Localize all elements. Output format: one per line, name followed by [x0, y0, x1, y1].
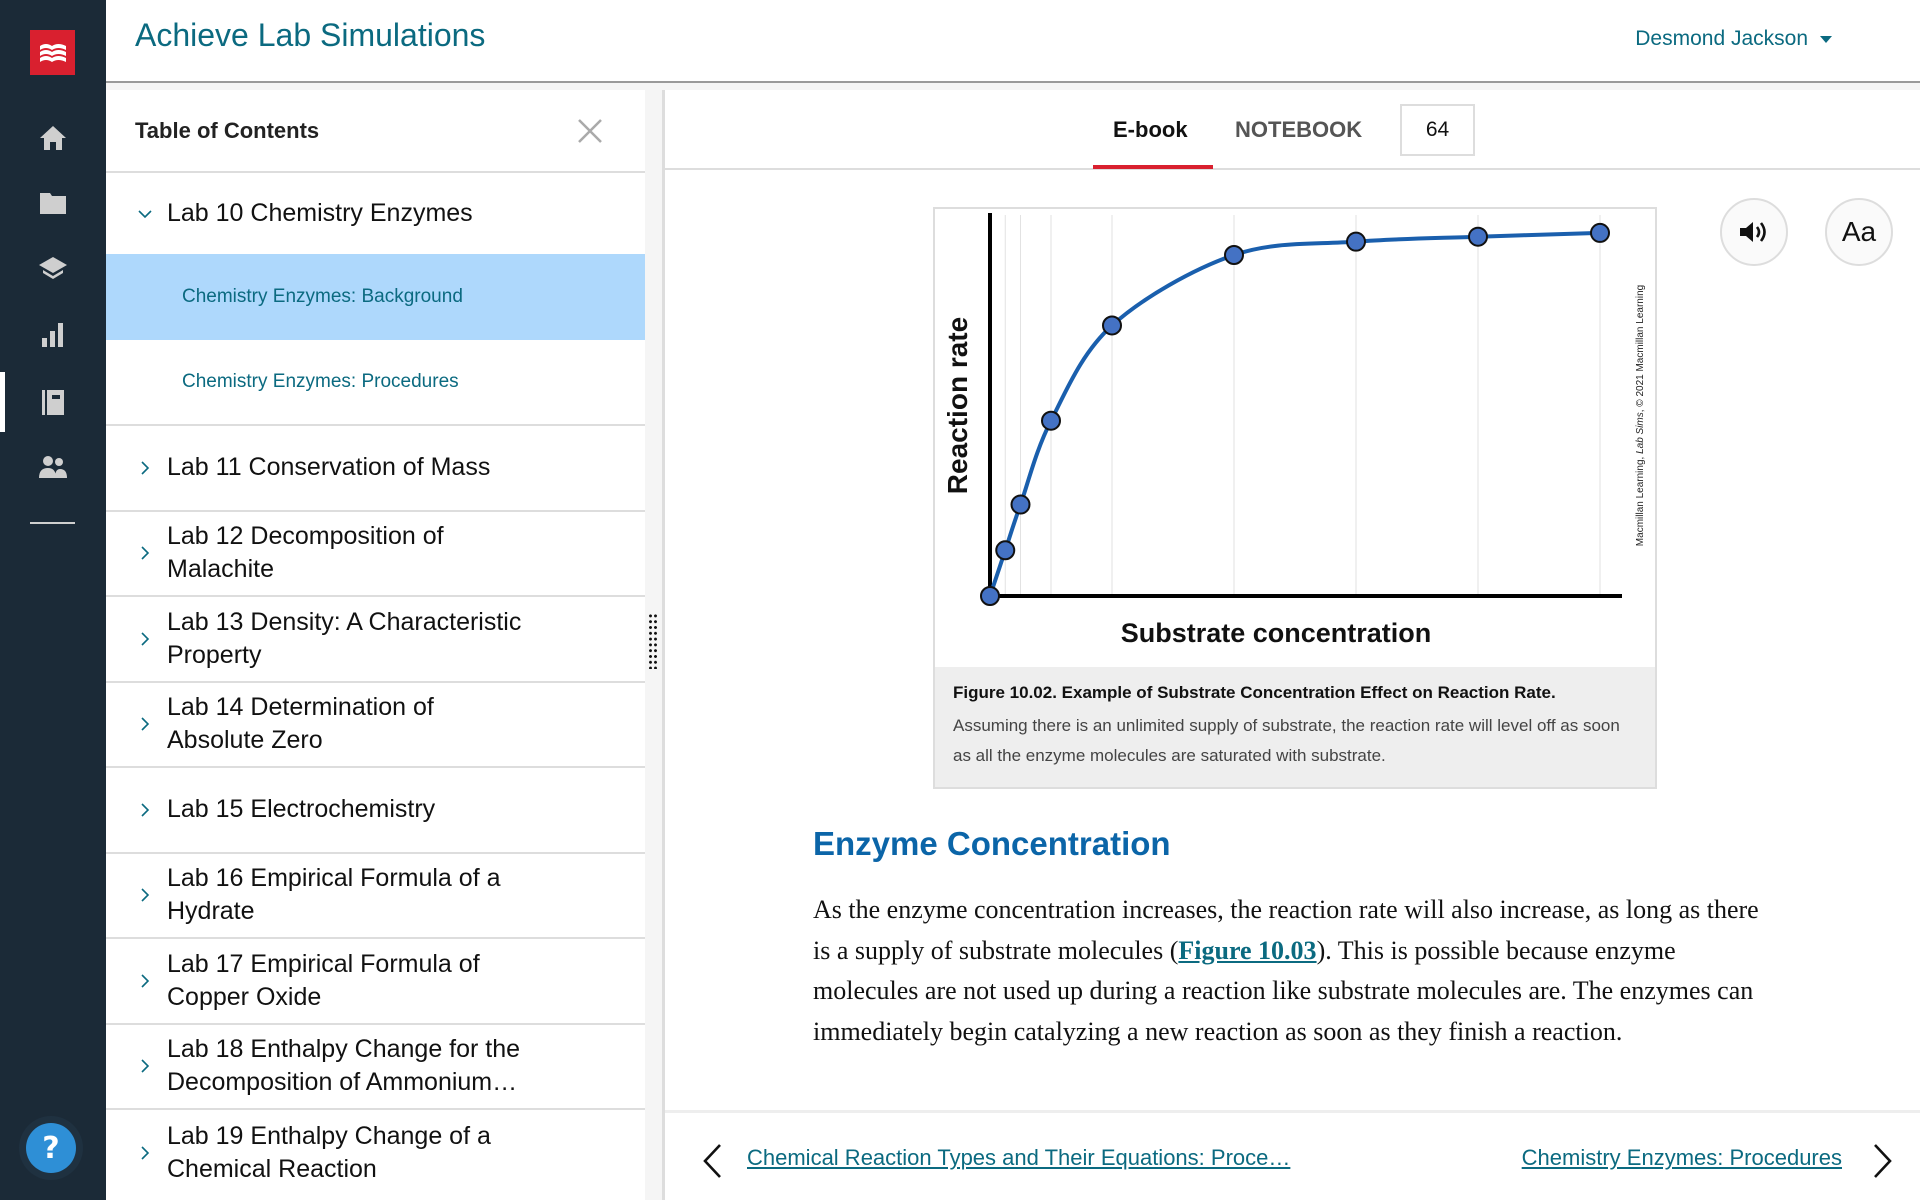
active-tab-indicator [1093, 165, 1213, 169]
app-header: Achieve Lab Simulations Desmond Jackson [106, 0, 1920, 83]
caret-down-icon [1820, 35, 1832, 43]
drag-grip-icon [648, 613, 658, 669]
toc-item-label: Lab 14 Determination of Absolute Zero [167, 693, 434, 755]
chevron-right-icon [141, 717, 150, 731]
data-point [1010, 494, 1031, 515]
chevron-right-icon [141, 632, 150, 646]
series-line [988, 230, 1601, 597]
font-settings-button[interactable]: Aa [1825, 198, 1893, 266]
nav-folder[interactable] [0, 173, 106, 233]
toc-item-lab-14[interactable]: Lab 14 Determination of Absolute Zero [106, 683, 645, 768]
app-title: Achieve Lab Simulations [135, 17, 486, 53]
toc-header: Table of Contents [106, 90, 645, 173]
data-point [1224, 245, 1244, 266]
chevron-right-icon [141, 1059, 150, 1073]
toc-item-lab-13[interactable]: Lab 13 Density: A Characteristic Propert… [106, 597, 645, 683]
bar-chart-icon [42, 323, 63, 347]
macmillan-logo[interactable] [30, 30, 75, 75]
toc-item-label: Lab 16 Empirical Formula of a Hydrate [167, 864, 501, 926]
figure-caption-text: Assuming there is an unlimited supply of… [953, 716, 1620, 765]
toc-item-lab-17[interactable]: Lab 17 Empirical Formula of Copper Oxide [106, 939, 645, 1025]
read-aloud-button[interactable] [1720, 198, 1788, 266]
page-number-input[interactable]: 64 [1400, 104, 1475, 156]
y-axis-label: Reaction rate [942, 317, 973, 494]
nav-rail: ? [0, 0, 106, 1200]
section-heading: Enzyme Concentration [813, 825, 1171, 862]
toc-item-label: Lab 13 Density: A Characteristic Propert… [167, 607, 522, 669]
home-icon [40, 126, 66, 150]
speaker-icon [1740, 222, 1766, 242]
data-point [1346, 231, 1366, 252]
toc-subitem-background[interactable]: Chemistry Enzymes: Background [106, 254, 645, 340]
chevron-left-icon[interactable] [701, 1143, 723, 1179]
next-section-link[interactable]: Chemistry Enzymes: Procedures [1522, 1145, 1842, 1171]
user-menu[interactable]: Desmond Jackson [1635, 27, 1832, 51]
data-point [995, 540, 1016, 561]
folder-icon [40, 193, 66, 214]
data-point [1590, 222, 1610, 243]
toc-item-lab-11[interactable]: Lab 11 Conservation of Mass [106, 426, 645, 512]
book-logo-icon [39, 43, 66, 62]
toc-item-lab-10[interactable]: Lab 10 Chemistry Enzymes [106, 173, 645, 254]
toc-item-lab-12[interactable]: Lab 12 Decomposition of Malachite [106, 512, 645, 597]
help-icon: ? [42, 1130, 60, 1166]
data-point [1041, 410, 1061, 431]
chevron-right-icon[interactable] [1872, 1143, 1894, 1179]
close-icon[interactable] [577, 118, 603, 144]
data-point [1102, 315, 1122, 336]
ebook-pane: E-book NOTEBOOK 64 Aa Reaction rate Subst… [662, 90, 1920, 1200]
tab-notebook[interactable]: NOTEBOOK [1235, 117, 1362, 143]
toc-item-label: Lab 15 Electrochemistry [167, 795, 436, 824]
notebook-icon [42, 390, 64, 415]
substrate-concentration-chart: Reaction rate Substrate concentration Macm… [942, 213, 1646, 648]
chevron-right-icon [141, 803, 150, 817]
previous-section-link[interactable]: Chemical Reaction Types and Their Equati… [747, 1145, 1290, 1171]
toc-title: Table of Contents [135, 118, 320, 143]
toc-item-label: Lab 11 Conservation of Mass [167, 453, 491, 482]
data-point [980, 586, 1000, 606]
toc-item-lab-16[interactable]: Lab 16 Empirical Formula of a Hydrate [106, 854, 645, 939]
toc-item-lab-19[interactable]: Lab 19 Enthalpy Change of a Chemical Rea… [106, 1110, 645, 1196]
chevron-right-icon [141, 1146, 150, 1160]
graduation-cap-icon [39, 257, 67, 279]
figure-10-03-link[interactable]: Figure 10.03 [1178, 936, 1316, 965]
help-button[interactable]: ? [26, 1123, 76, 1173]
chevron-right-icon [141, 888, 150, 902]
tab-bar: E-book NOTEBOOK 64 [665, 90, 1920, 170]
nav-divider [30, 522, 75, 524]
chevron-right-icon [141, 461, 150, 475]
tab-ebook[interactable]: E-book [1113, 117, 1188, 143]
user-name: Desmond Jackson [1635, 27, 1808, 50]
toc-item-label: Lab 12 Decomposition of Malachite [167, 522, 444, 584]
toc-item-label: Lab 19 Enthalpy Change of a Chemical Rea… [167, 1121, 491, 1183]
nav-ebook[interactable] [0, 372, 106, 432]
nav-home[interactable] [0, 108, 106, 168]
data-point [1468, 226, 1488, 247]
page-navigation: Chemical Reaction Types and Their Equati… [665, 1110, 1920, 1200]
toc-item-label: Lab 10 Chemistry Enzymes [167, 199, 473, 227]
nav-gradebook[interactable] [0, 305, 106, 365]
toc-item-lab-15[interactable]: Lab 15 Electrochemistry [106, 768, 645, 854]
toc-subitem-procedures[interactable]: Chemistry Enzymes: Procedures [106, 340, 645, 426]
figure-caption: Figure 10.02. Example of Substrate Conce… [935, 667, 1655, 787]
figure-title: Figure 10.02. Example of Substrate Conce… [953, 683, 1556, 702]
x-axis-label: Substrate concentration [1121, 618, 1432, 648]
toc-item-label: Lab 18 Enthalpy Change for the Decomposi… [167, 1035, 521, 1097]
copyright-credit: Macmillan Learning, Lab Sims, © 2021 Mac… [1635, 285, 1646, 546]
users-icon [39, 456, 67, 478]
chevron-right-icon [141, 974, 150, 988]
chevron-right-icon [141, 546, 150, 560]
toc-item-lab-18[interactable]: Lab 18 Enthalpy Change for the Decomposi… [106, 1025, 645, 1110]
table-of-contents: Table of Contents Lab 10 Chemistry Enzym… [106, 90, 645, 1200]
figure-10-02: Reaction rate Substrate concentration Macm… [933, 207, 1657, 789]
toc-item-label: Lab 17 Empirical Formula of Copper Oxide [167, 949, 480, 1011]
nav-courses[interactable] [0, 238, 106, 298]
chevron-down-icon [138, 209, 152, 218]
nav-people[interactable] [0, 437, 106, 497]
panel-resize-handle[interactable] [645, 90, 662, 1200]
body-paragraph: As the enzyme concentration increases, t… [813, 890, 1773, 1052]
